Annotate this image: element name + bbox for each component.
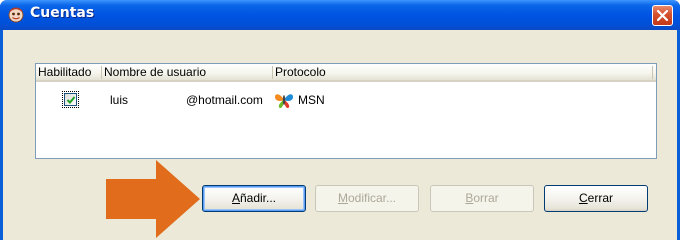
- add-label: ñadir...: [239, 191, 277, 205]
- column-header-username[interactable]: Nombre de usuario: [102, 66, 206, 80]
- column-header-protocol[interactable]: Protocolo: [273, 66, 326, 80]
- title-bar[interactable]: Cuentas: [0, 0, 680, 30]
- domain-cell: @hotmail.com: [186, 93, 263, 107]
- arrow-right-icon: [106, 160, 200, 238]
- msn-butterfly-icon: [275, 94, 293, 109]
- enabled-checkbox[interactable]: [62, 91, 79, 108]
- checkmark-icon: [66, 96, 76, 104]
- modify-mnemonic: M: [337, 191, 348, 205]
- checkbox-box: [64, 93, 77, 106]
- window-title: Cuentas: [30, 5, 95, 21]
- protocol-cell: MSN: [298, 93, 325, 107]
- modify-button[interactable]: Modificar...: [315, 185, 419, 212]
- add-mnemonic: A: [231, 191, 240, 205]
- list-header: Habilitado Nombre de usuario Protocolo: [36, 64, 656, 82]
- close-icon: [657, 10, 668, 21]
- close-label: errar: [587, 191, 613, 205]
- delete-label: orrar: [473, 191, 499, 205]
- column-header-enabled[interactable]: Habilitado: [36, 66, 91, 80]
- accounts-list[interactable]: Habilitado Nombre de usuario Protocolo l…: [35, 63, 657, 159]
- close-button[interactable]: Cerrar: [544, 185, 648, 212]
- modify-label: odificar...: [347, 191, 397, 205]
- delete-button[interactable]: Borrar: [430, 185, 534, 212]
- column-divider[interactable]: [652, 66, 653, 79]
- accounts-icon: [8, 7, 24, 23]
- add-button[interactable]: Añadir...: [202, 185, 306, 212]
- list-item[interactable]: luis @hotmail.com MSN: [36, 89, 656, 111]
- dialog-body: Habilitado Nombre de usuario Protocolo l…: [3, 30, 677, 240]
- username-cell: luis: [110, 93, 129, 107]
- close-mnemonic: C: [578, 191, 588, 205]
- accounts-window: Cuentas Habilitado Nombre de usuario Pro…: [0, 0, 680, 240]
- close-window-button[interactable]: [652, 5, 673, 26]
